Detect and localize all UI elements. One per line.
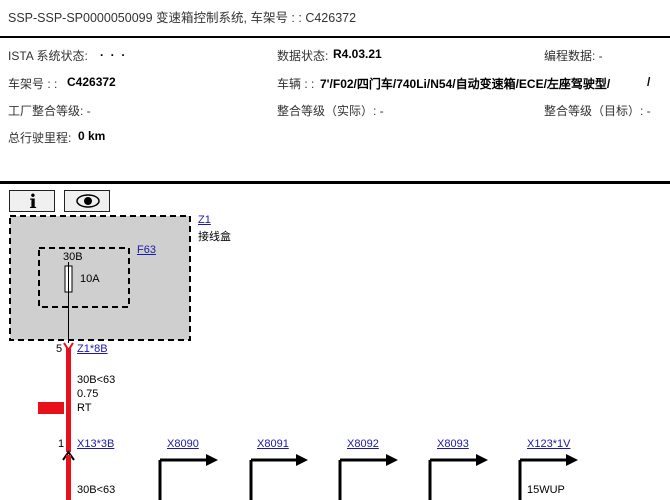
pin-1-number: 1 <box>58 438 65 450</box>
page-title: SSP-SSP-SP0000050099 变速箱控制系统, 车架号 : : C4… <box>8 11 357 25</box>
pin-5-number: 5 <box>56 343 63 355</box>
wire1-color: RT <box>77 402 92 414</box>
eye-icon <box>76 194 100 208</box>
fuse-rating: 10A <box>80 273 100 285</box>
wire-color-swatch <box>38 402 64 414</box>
fuse-symbol <box>64 265 73 293</box>
ista-status-label: ISTA 系统状态: <box>8 49 88 63</box>
x8090-link[interactable]: X8090 <box>167 438 199 450</box>
section-divider <box>0 181 670 184</box>
wire3-signal: 15WUP <box>527 484 565 496</box>
connector-x8092-arrow <box>338 454 398 500</box>
vehicle-trailing-slash: / <box>647 75 651 89</box>
vehicle-value: 7'/F02/四门车/740Li/N54/自动变速箱/ECE/左座驾驶型/ <box>320 77 611 91</box>
vehicle-label: 车辆 : : <box>277 77 315 91</box>
wire1-gauge: 0.75 <box>77 388 99 400</box>
x8091-link[interactable]: X8091 <box>257 438 289 450</box>
x123-1v-link[interactable]: X123*1V <box>527 438 570 450</box>
target-integration-level: 整合等级（目标）: - <box>544 104 651 118</box>
info-icon: i <box>29 191 36 212</box>
z1-name: 接线盒 <box>198 231 231 243</box>
view-button[interactable] <box>64 190 110 212</box>
junction-box <box>9 215 191 341</box>
pin-5-connector <box>63 342 74 352</box>
connector-x8093-arrow <box>428 454 488 500</box>
z1-8b-link[interactable]: Z1*8B <box>77 343 108 355</box>
vin-label: 车架号 : : <box>8 77 58 91</box>
vin-value: C426372 <box>67 75 116 89</box>
f63-link[interactable]: F63 <box>137 244 156 256</box>
x8093-link[interactable]: X8093 <box>437 438 469 450</box>
actual-integration-level: 整合等级（实际）: - <box>277 104 384 118</box>
data-status-label: 数据状态: <box>277 49 329 63</box>
factory-integration-level: 工厂整合等级: - <box>8 104 91 118</box>
x8092-link[interactable]: X8092 <box>347 438 379 450</box>
wire2-signal: 30B<63 <box>77 484 116 496</box>
mileage-value: 0 km <box>78 129 106 143</box>
z1-link[interactable]: Z1 <box>198 214 211 226</box>
connector-x8090-arrow <box>158 454 218 500</box>
fuse-pin-label: 30B <box>63 251 83 263</box>
programming-data: 编程数据: - <box>544 49 603 63</box>
header-divider <box>0 36 670 38</box>
wire1-signal: 30B<63 <box>77 374 116 386</box>
pin-1-connector <box>62 450 75 461</box>
connector-x8091-arrow <box>249 454 308 500</box>
data-status-value: R4.03.21 <box>333 47 382 61</box>
ista-status-value: . . . <box>100 45 127 59</box>
mileage-label: 总行驶里程: <box>8 131 72 145</box>
info-button[interactable]: i <box>9 190 55 212</box>
svg-text:i: i <box>29 191 36 212</box>
x13-3b-link[interactable]: X13*3B <box>77 438 114 450</box>
